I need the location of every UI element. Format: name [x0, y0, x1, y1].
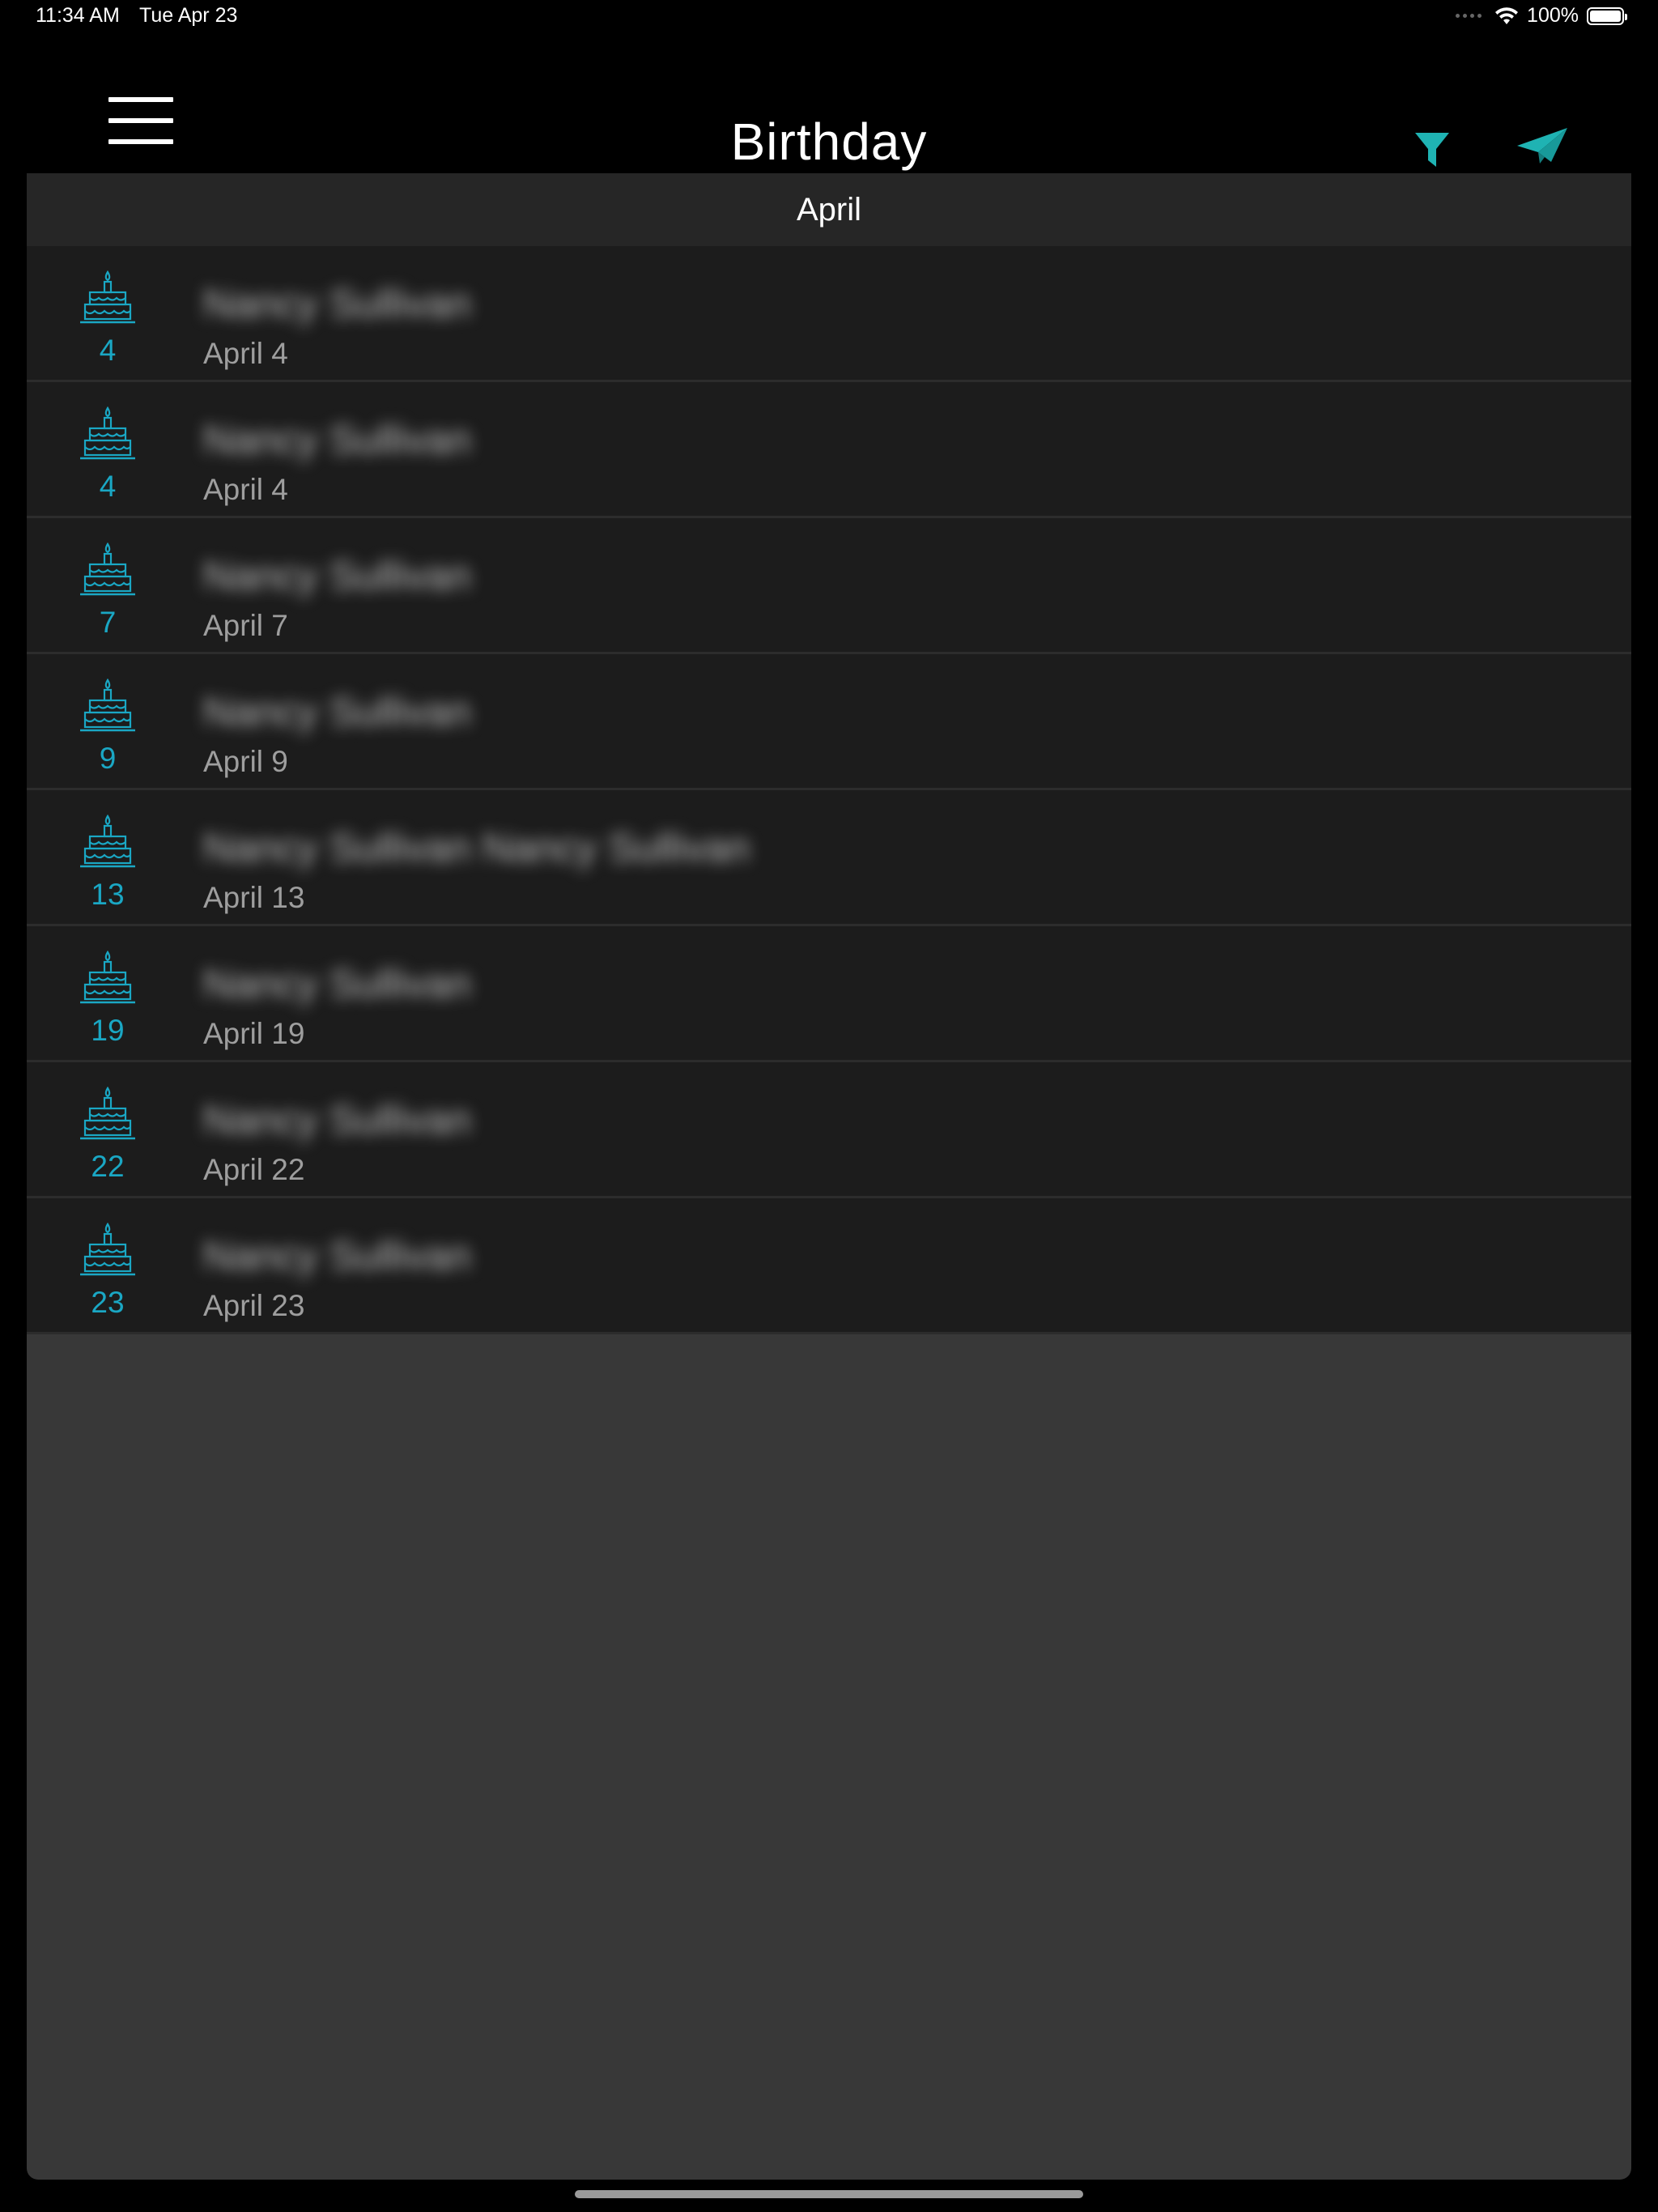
birthday-date: April 23	[203, 1289, 305, 1322]
status-time: 11:34 AM	[36, 4, 120, 27]
list-item[interactable]: 9 Nancy Sullivan April 9	[27, 654, 1631, 790]
birthday-date: April 22	[203, 1153, 305, 1186]
contact-name: Nancy Sullivan	[203, 961, 471, 1006]
list-item[interactable]: 22 Nancy Sullivan April 22	[27, 1062, 1631, 1198]
paper-plane-icon[interactable]	[1516, 126, 1569, 165]
page-title: Birthday	[730, 113, 928, 171]
contact-name: Nancy Sullivan Nancy Sullivan	[203, 825, 750, 870]
birthday-day-number: 7	[99, 606, 117, 639]
birthday-cake-icon	[80, 1087, 135, 1140]
birthday-list: 4 Nancy Sullivan April 4 4 Nancy Sulliva…	[27, 246, 1631, 1334]
section-header-month: April	[27, 173, 1631, 246]
list-item[interactable]: 4 Nancy Sullivan April 4	[27, 246, 1631, 382]
contact-name: Nancy Sullivan	[203, 553, 471, 598]
battery-percentage: 100%	[1527, 4, 1579, 27]
birthday-cake-icon	[80, 951, 135, 1004]
birthday-day-number: 19	[91, 1014, 125, 1047]
birthday-cake-icon	[80, 1223, 135, 1276]
birthday-day-number: 4	[99, 470, 117, 503]
list-item[interactable]: 7 Nancy Sullivan April 7	[27, 518, 1631, 654]
birthday-date: April 19	[203, 1017, 305, 1050]
status-date: Tue Apr 23	[139, 4, 238, 27]
birthday-day-number: 13	[91, 878, 125, 911]
list-item[interactable]: 13 Nancy Sullivan Nancy Sullivan April 1…	[27, 790, 1631, 926]
birthday-day-number: 22	[91, 1150, 125, 1183]
battery-icon	[1587, 6, 1627, 25]
birthday-cake-icon	[80, 406, 135, 460]
birthday-day-number: 9	[99, 742, 117, 775]
birthday-cake-icon	[80, 542, 135, 596]
list-item[interactable]: 4 Nancy Sullivan April 4	[27, 382, 1631, 518]
contact-name: Nancy Sullivan	[203, 689, 471, 734]
filter-funnel-icon[interactable]	[1414, 131, 1451, 170]
birthday-date: April 4	[203, 473, 288, 506]
birthday-cake-icon	[80, 678, 135, 732]
navigation-bar: Birthday	[0, 32, 1658, 173]
wifi-icon	[1495, 6, 1519, 24]
birthday-date: April 13	[203, 881, 305, 914]
list-item[interactable]: 19 Nancy Sullivan April 19	[27, 926, 1631, 1062]
birthday-date: April 7	[203, 609, 288, 642]
contact-name: Nancy Sullivan	[203, 1097, 471, 1142]
birthday-cake-icon	[80, 270, 135, 324]
contact-name: Nancy Sullivan	[203, 1233, 471, 1278]
contact-name: Nancy Sullivan	[203, 281, 471, 326]
birthday-list-container: April 4 Nancy Sullivan April 4 4 Nancy S…	[27, 173, 1631, 2180]
birthday-date: April 4	[203, 337, 288, 370]
status-indicators: 100%	[1456, 4, 1627, 28]
birthday-date: April 9	[203, 745, 288, 778]
contact-name: Nancy Sullivan	[203, 417, 471, 462]
list-item[interactable]: 23 Nancy Sullivan April 23	[27, 1198, 1631, 1334]
birthday-cake-icon	[80, 815, 135, 868]
birthday-day-number: 4	[99, 334, 117, 367]
cellular-signal-icon	[1456, 14, 1482, 18]
home-indicator[interactable]	[575, 2190, 1083, 2198]
birthday-day-number: 23	[91, 1286, 125, 1319]
status-bar: 11:34 AM Tue Apr 23 100%	[0, 0, 1658, 32]
